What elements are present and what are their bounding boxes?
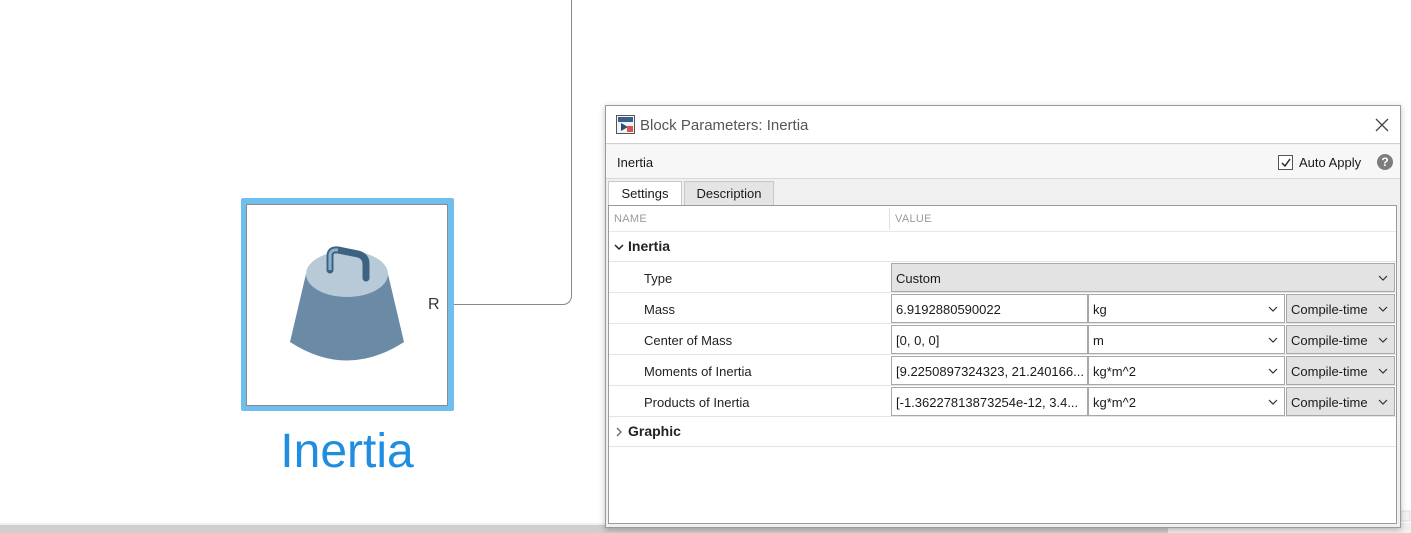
connection-line[interactable] — [571, 0, 572, 296]
config-value: Compile-time — [1291, 333, 1368, 348]
config-value: Compile-time — [1291, 395, 1368, 410]
panel-empty-area — [609, 448, 1396, 523]
param-name: Center of Mass — [644, 333, 733, 348]
dropdown-arrow-icon — [1268, 399, 1278, 405]
parameters-panel: NAME VALUE Inertia Type Custom Mass 6.91… — [608, 205, 1397, 524]
config-value: Compile-time — [1291, 364, 1368, 379]
unit-value: kg*m^2 — [1093, 364, 1136, 379]
param-name: Type — [644, 271, 673, 286]
column-header: NAME VALUE — [609, 206, 1396, 232]
products-of-inertia-config-dropdown[interactable]: Compile-time — [1286, 387, 1395, 416]
mass-value-field[interactable]: 6.9192880590022 — [891, 294, 1088, 323]
dialog-titlebar[interactable]: Block Parameters: Inertia — [606, 106, 1400, 144]
connection-line-corner[interactable] — [560, 286, 572, 305]
param-row-moments-of-inertia: Moments of Inertia [9.2250897324323, 21.… — [609, 355, 1396, 386]
tab-description[interactable]: Description — [684, 181, 774, 205]
dropdown-arrow-icon — [1268, 368, 1278, 374]
group-inertia[interactable]: Inertia — [609, 232, 1396, 262]
dropdown-arrow-icon — [1268, 337, 1278, 343]
chevron-down-icon[interactable] — [613, 241, 625, 253]
param-name: Moments of Inertia — [644, 364, 752, 379]
unit-value: kg — [1093, 302, 1107, 317]
moments-of-inertia-unit-dropdown[interactable]: kg*m^2 — [1088, 356, 1285, 385]
block-name-label[interactable]: Inertia — [246, 424, 448, 480]
param-row-mass: Mass 6.9192880590022 kg Compile-time — [609, 293, 1396, 324]
help-icon[interactable]: ? — [1377, 154, 1393, 170]
products-of-inertia-unit-dropdown[interactable]: kg*m^2 — [1088, 387, 1285, 416]
checkbox-box[interactable] — [1278, 154, 1293, 170]
auto-apply-checkbox[interactable]: Auto Apply — [1278, 153, 1361, 171]
moments-of-inertia-config-dropdown[interactable]: Compile-time — [1286, 356, 1395, 385]
inertia-block[interactable] — [246, 204, 448, 406]
center-of-mass-value-field[interactable]: [0, 0, 0] — [891, 325, 1088, 354]
dialog-header: Inertia Auto Apply ? — [606, 145, 1400, 179]
column-header-name: NAME — [614, 213, 647, 225]
center-of-mass-config-dropdown[interactable]: Compile-time — [1286, 325, 1395, 354]
param-row-type: Type Custom — [609, 262, 1396, 293]
connection-line-segment[interactable] — [446, 304, 561, 305]
dialog-title: Block Parameters: Inertia — [640, 117, 809, 134]
chevron-right-icon[interactable] — [613, 426, 625, 438]
matlab-block-icon — [616, 115, 635, 134]
close-icon[interactable] — [1372, 115, 1392, 135]
inertia-weight-icon — [290, 246, 404, 361]
unit-value: m — [1093, 333, 1104, 348]
block-parameters-dialog: Block Parameters: Inertia Inertia Auto A… — [605, 105, 1401, 528]
group-graphic[interactable]: Graphic — [609, 417, 1396, 447]
type-dropdown[interactable]: Custom — [891, 263, 1395, 292]
param-row-products-of-inertia: Products of Inertia [-1.36227813873254e-… — [609, 386, 1396, 417]
center-of-mass-unit-dropdown[interactable]: m — [1088, 325, 1285, 354]
column-divider[interactable] — [889, 208, 890, 230]
param-name: Mass — [644, 302, 676, 317]
type-value: Custom — [896, 271, 941, 286]
unit-value: kg*m^2 — [1093, 395, 1136, 410]
column-header-value: VALUE — [895, 213, 932, 225]
group-label: Graphic — [628, 423, 681, 439]
checkbox-check-icon — [1281, 158, 1291, 167]
param-name: Products of Inertia — [644, 395, 750, 410]
auto-apply-label: Auto Apply — [1299, 154, 1362, 170]
dropdown-arrow-icon — [1378, 399, 1388, 405]
dropdown-arrow-icon — [1378, 337, 1388, 343]
mass-config-dropdown[interactable]: Compile-time — [1286, 294, 1395, 323]
resize-grip-icon[interactable] — [1400, 510, 1411, 522]
products-of-inertia-value-field[interactable]: [-1.36227813873254e-12, 3.4... — [891, 387, 1088, 416]
param-row-center-of-mass: Center of Mass [0, 0, 0] m Compile-time — [609, 324, 1396, 355]
dropdown-arrow-icon — [1378, 275, 1388, 281]
config-value: Compile-time — [1291, 302, 1368, 317]
mass-unit-dropdown[interactable]: kg — [1088, 294, 1285, 323]
dropdown-arrow-icon — [1268, 306, 1278, 312]
block-type-label: Inertia — [617, 155, 654, 170]
port-label-r: R — [428, 296, 440, 313]
group-label: Inertia — [628, 238, 671, 254]
moments-of-inertia-value-field[interactable]: [9.2250897324323, 21.240166... — [891, 356, 1088, 385]
dropdown-arrow-icon — [1378, 368, 1388, 374]
dropdown-arrow-icon — [1378, 306, 1388, 312]
tab-settings[interactable]: Settings — [608, 181, 682, 206]
